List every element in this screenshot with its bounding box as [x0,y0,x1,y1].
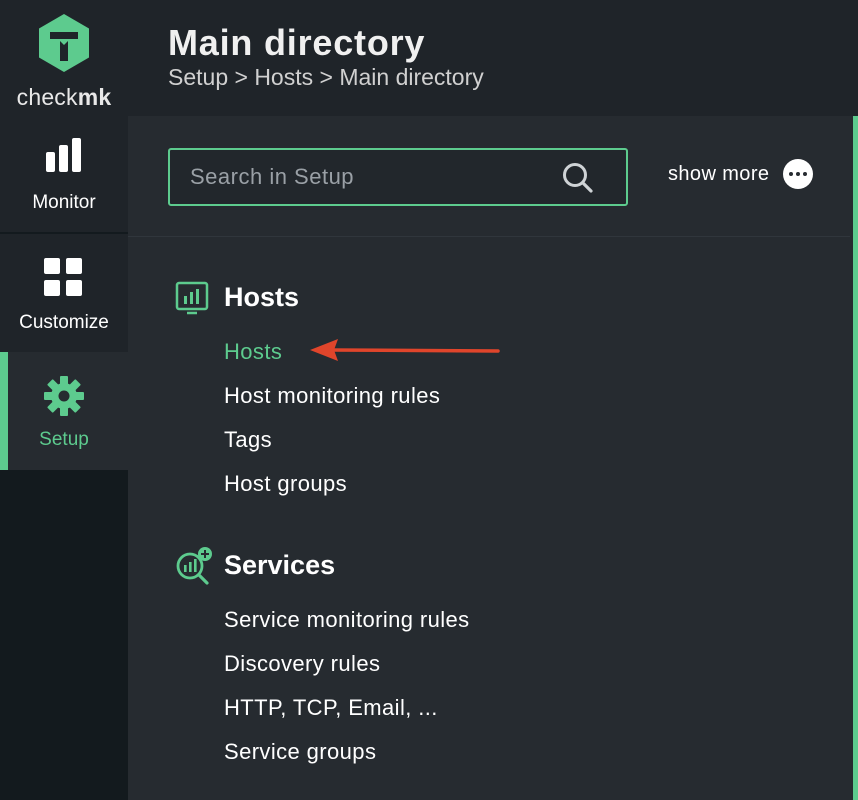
link-http-tcp-email[interactable]: HTTP, TCP, Email, ... [224,686,470,730]
link-service-monitoring-rules[interactable]: Service monitoring rules [224,598,470,642]
search-box[interactable] [168,148,628,206]
checkmk-logo-icon [39,14,89,72]
link-tags[interactable]: Tags [224,418,440,462]
gear-icon [44,376,84,416]
nav-customize[interactable]: Customize [0,234,128,352]
page-title: Main directory [168,22,426,63]
nav-setup-label: Setup [39,429,89,450]
link-service-groups[interactable]: Service groups [224,730,470,774]
services-links: Service monitoring rules Discovery rules… [224,598,470,774]
nav-monitor[interactable]: Monitor [0,114,128,232]
nav-setup[interactable]: Setup [0,352,128,470]
search-bar-row: show more [128,116,850,237]
scrollbar[interactable] [850,116,858,800]
link-host-groups[interactable]: Host groups [224,462,440,506]
section-services-title: Services [224,550,336,580]
host-icon [175,281,209,315]
active-indicator [0,352,8,470]
search-icon[interactable] [560,160,596,196]
sidebar-nav: checkmk Monitor Customize Setup [0,0,128,800]
checkmk-logo[interactable]: checkmk [0,0,128,114]
monitor-bars-icon [46,138,81,172]
nav-monitor-label: Monitor [32,192,96,213]
link-host-monitoring-rules[interactable]: Host monitoring rules [224,374,440,418]
annotation-arrow-icon [310,339,500,361]
logo-text: checkmk [16,84,112,110]
nav-customize-label: Customize [19,312,109,333]
services-search-icon [176,547,212,585]
breadcrumb: Setup > Hosts > Main directory [168,64,484,90]
more-dots-icon [783,159,814,189]
grid-icon [44,258,82,296]
page-header: Main directory Setup > Hosts > Main dire… [128,0,858,116]
link-discovery-rules[interactable]: Discovery rules [224,642,470,686]
search-input[interactable] [170,150,570,204]
section-hosts-title: Hosts [224,282,300,312]
show-more-button[interactable]: show more [668,159,814,189]
show-more-label: show more [668,162,770,185]
